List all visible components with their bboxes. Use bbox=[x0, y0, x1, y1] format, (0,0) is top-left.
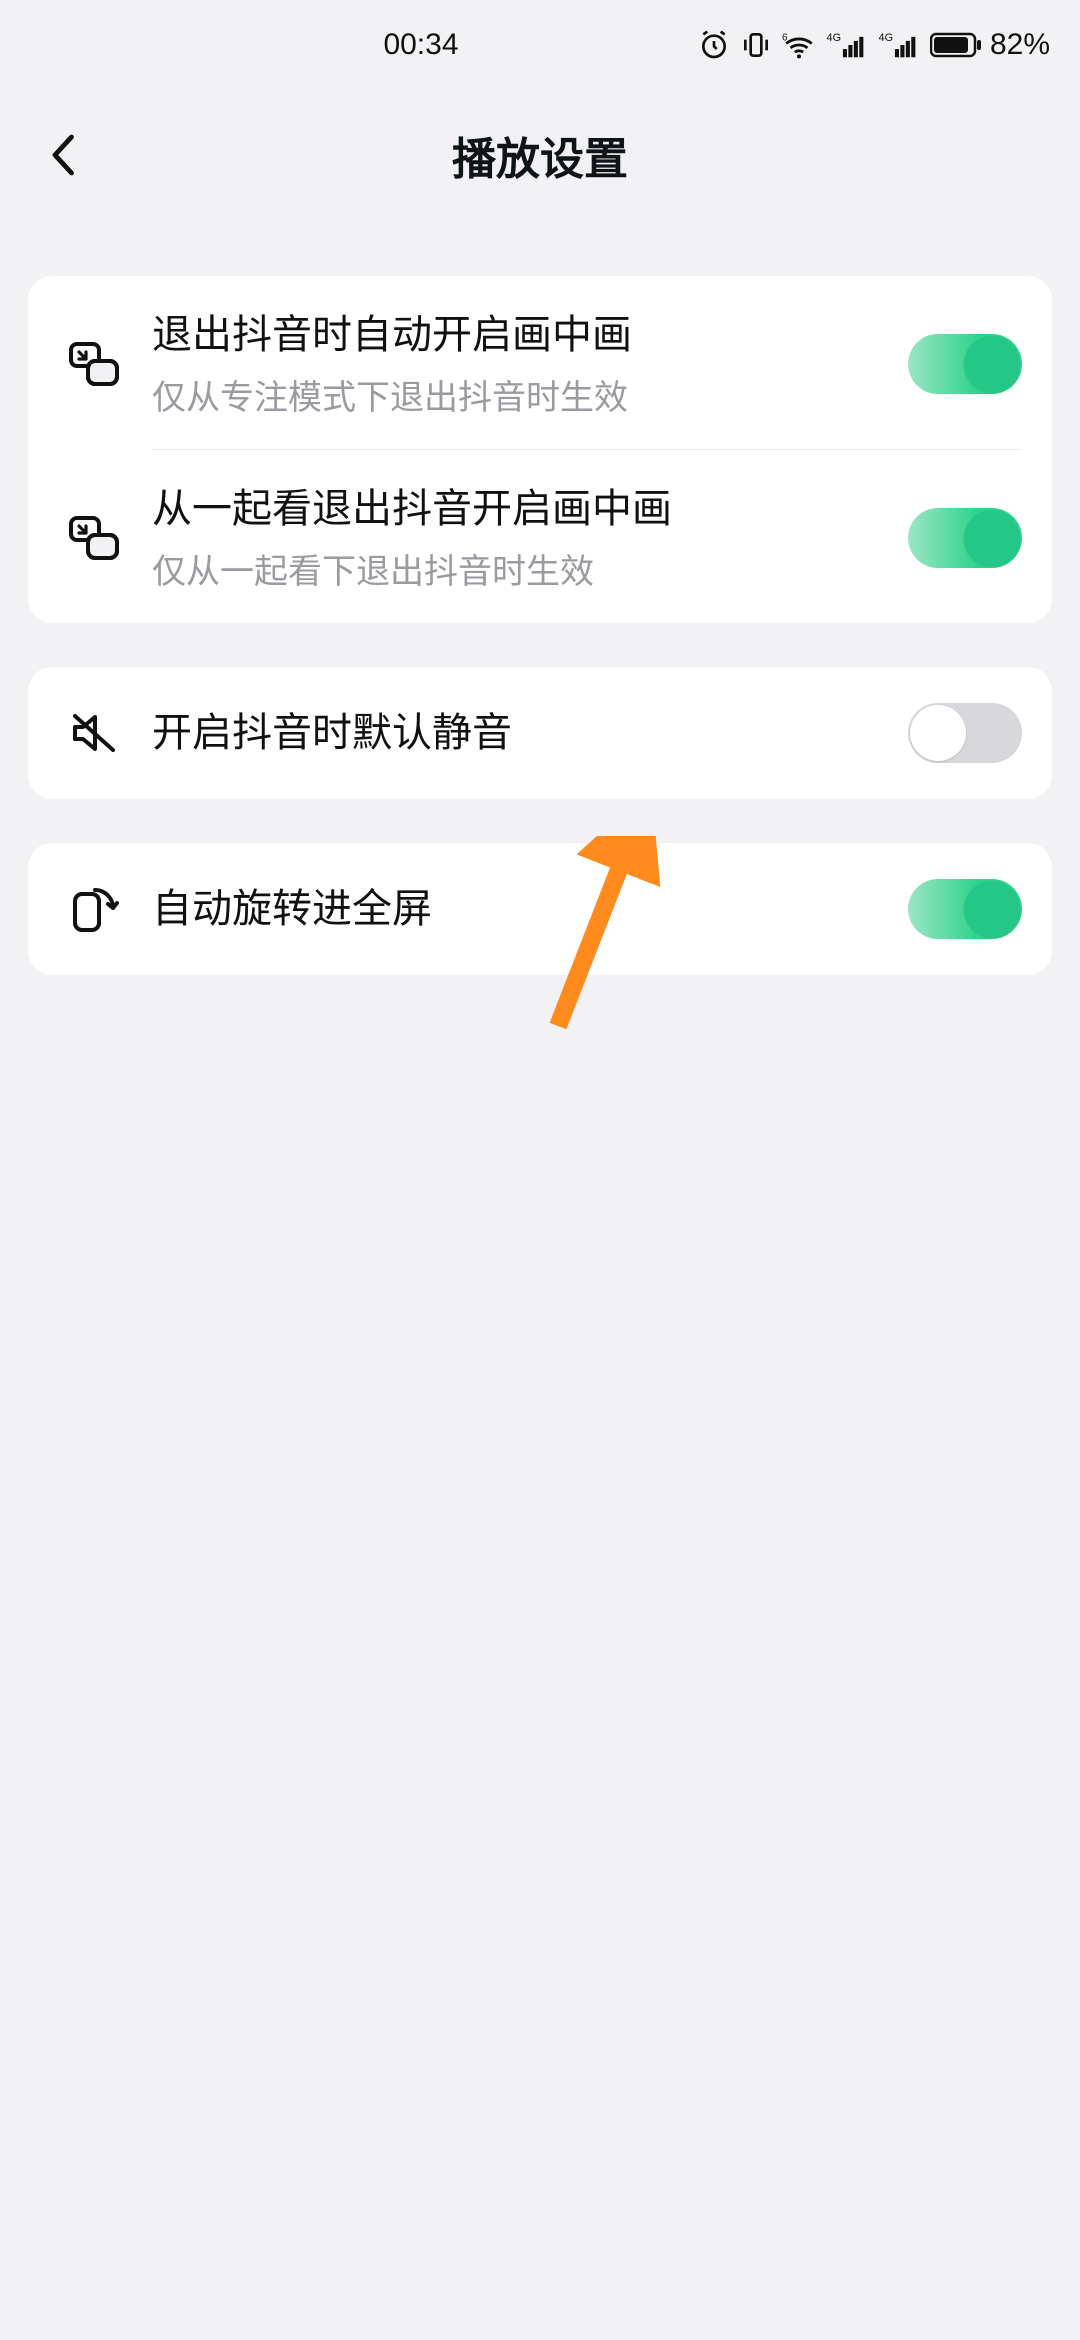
status-icon-cluster: 6 4G 4G 82% bbox=[698, 28, 1056, 62]
setting-label: 开启抖音时默认静音 bbox=[152, 708, 908, 758]
page-title: 播放设置 bbox=[452, 123, 628, 187]
toggle-default-mute[interactable] bbox=[908, 703, 1022, 763]
wifi-icon: 6 bbox=[782, 30, 816, 60]
pip-icon bbox=[68, 341, 120, 387]
mute-icon bbox=[69, 710, 119, 756]
pip-icon bbox=[68, 515, 120, 561]
alarm-icon bbox=[698, 29, 730, 61]
toggle-watchparty-pip[interactable] bbox=[908, 508, 1022, 568]
annotation-arrow bbox=[535, 836, 675, 1046]
svg-text:4G: 4G bbox=[826, 32, 841, 44]
battery-percent: 82% bbox=[990, 28, 1050, 62]
status-time: 00:34 bbox=[24, 28, 698, 62]
rotate-icon bbox=[69, 884, 119, 934]
svg-text:4G: 4G bbox=[878, 32, 893, 44]
setting-label: 从一起看退出抖音开启画中画 bbox=[152, 484, 908, 534]
setting-label: 退出抖音时自动开启画中画 bbox=[152, 310, 908, 360]
battery-icon bbox=[930, 31, 982, 59]
back-button[interactable] bbox=[24, 115, 104, 195]
setting-row-exit-pip[interactable]: 退出抖音时自动开启画中画 仅从专注模式下退出抖音时生效 bbox=[28, 276, 1052, 449]
setting-row-default-mute[interactable]: 开启抖音时默认静音 bbox=[28, 667, 1052, 799]
setting-sublabel: 仅从一起看下退出抖音时生效 bbox=[152, 552, 908, 593]
toggle-auto-rotate[interactable] bbox=[908, 879, 1022, 939]
toggle-exit-pip[interactable] bbox=[908, 334, 1022, 394]
setting-row-watchparty-pip[interactable]: 从一起看退出抖音开启画中画 仅从一起看下退出抖音时生效 bbox=[28, 450, 1052, 623]
settings-card-pip: 退出抖音时自动开启画中画 仅从专注模式下退出抖音时生效 从一起看退出抖音开启画中… bbox=[28, 276, 1052, 623]
setting-label: 自动旋转进全屏 bbox=[152, 884, 908, 934]
header-bar: 播放设置 bbox=[0, 90, 1080, 220]
chevron-left-icon bbox=[45, 131, 83, 179]
vibrate-icon bbox=[740, 29, 772, 61]
settings-card-mute: 开启抖音时默认静音 bbox=[28, 667, 1052, 799]
setting-sublabel: 仅从专注模式下退出抖音时生效 bbox=[152, 378, 908, 419]
signal-1-icon: 4G bbox=[826, 30, 868, 60]
status-bar: 00:34 6 4G 4G 82% bbox=[0, 0, 1080, 90]
signal-2-icon: 4G bbox=[878, 30, 920, 60]
